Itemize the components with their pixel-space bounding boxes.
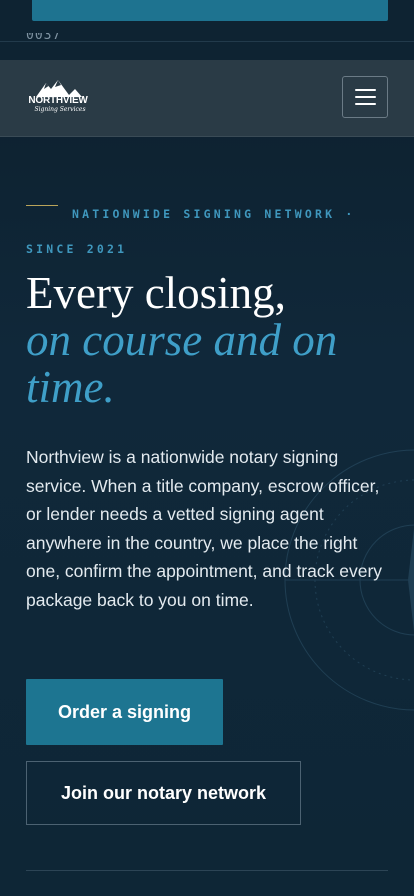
hamburger-icon [355,89,376,91]
hamburger-icon-middle [355,96,376,98]
logo-wordmark: NORTHVIEW [28,95,88,106]
top-cta-button[interactable] [32,0,388,21]
join-network-button[interactable]: Join our notary network [26,761,301,825]
hero-title: Every closing, on course and on time. [26,270,396,411]
hero-title-accent: on course and on time. [26,315,338,412]
order-signing-button[interactable]: Order a signing [26,679,223,745]
northview-logo[interactable]: NORTHVIEW Signing Services [24,77,92,119]
previous-section: 0037 [0,0,414,60]
menu-button[interactable] [342,76,388,118]
hero-title-line: Every closing, [26,268,286,318]
hamburger-icon-bottom [355,103,376,105]
site-header: NORTHVIEW Signing Services [0,60,414,137]
logo-tagline: Signing Services [34,106,86,113]
hero-eyebrow: NATIONWIDE SIGNING NETWORK · SINCE 2021 [26,207,356,256]
hero-description: Northview is a nationwide notary signing… [26,447,383,610]
divider [0,41,414,42]
section-divider [26,870,388,871]
